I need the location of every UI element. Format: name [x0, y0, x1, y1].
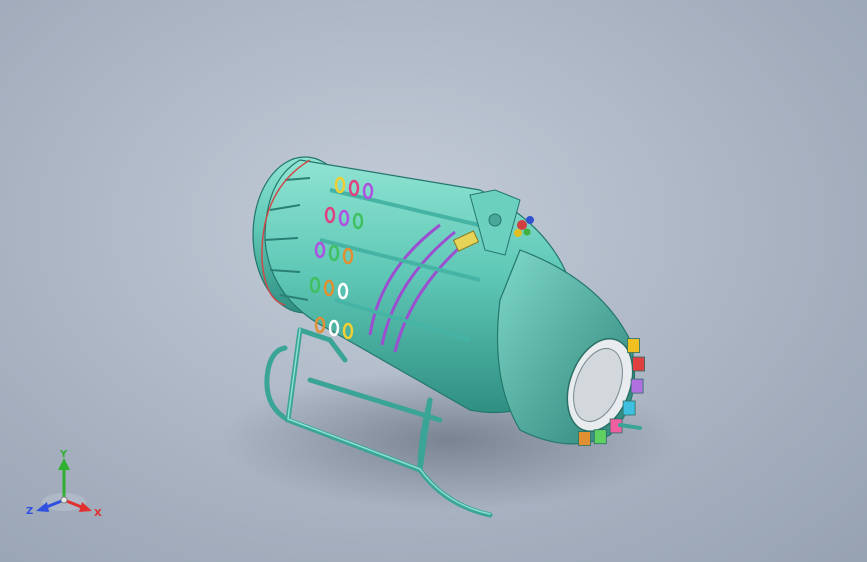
engine-model-view[interactable] [0, 0, 867, 562]
tip-segment [593, 429, 607, 445]
y-axis-label: Y [59, 450, 68, 460]
axis-triad: Y X Z [26, 450, 102, 519]
triad-origin [60, 496, 68, 504]
tip-segment [578, 431, 591, 447]
z-axis-label: Z [26, 506, 33, 517]
tip-segment [632, 356, 645, 372]
tip-segment [627, 338, 640, 354]
3d-viewport[interactable]: Y X Z [0, 0, 867, 562]
x-axis-label: X [94, 508, 102, 519]
tip-segment [630, 378, 644, 394]
tip-segment [622, 400, 636, 416]
